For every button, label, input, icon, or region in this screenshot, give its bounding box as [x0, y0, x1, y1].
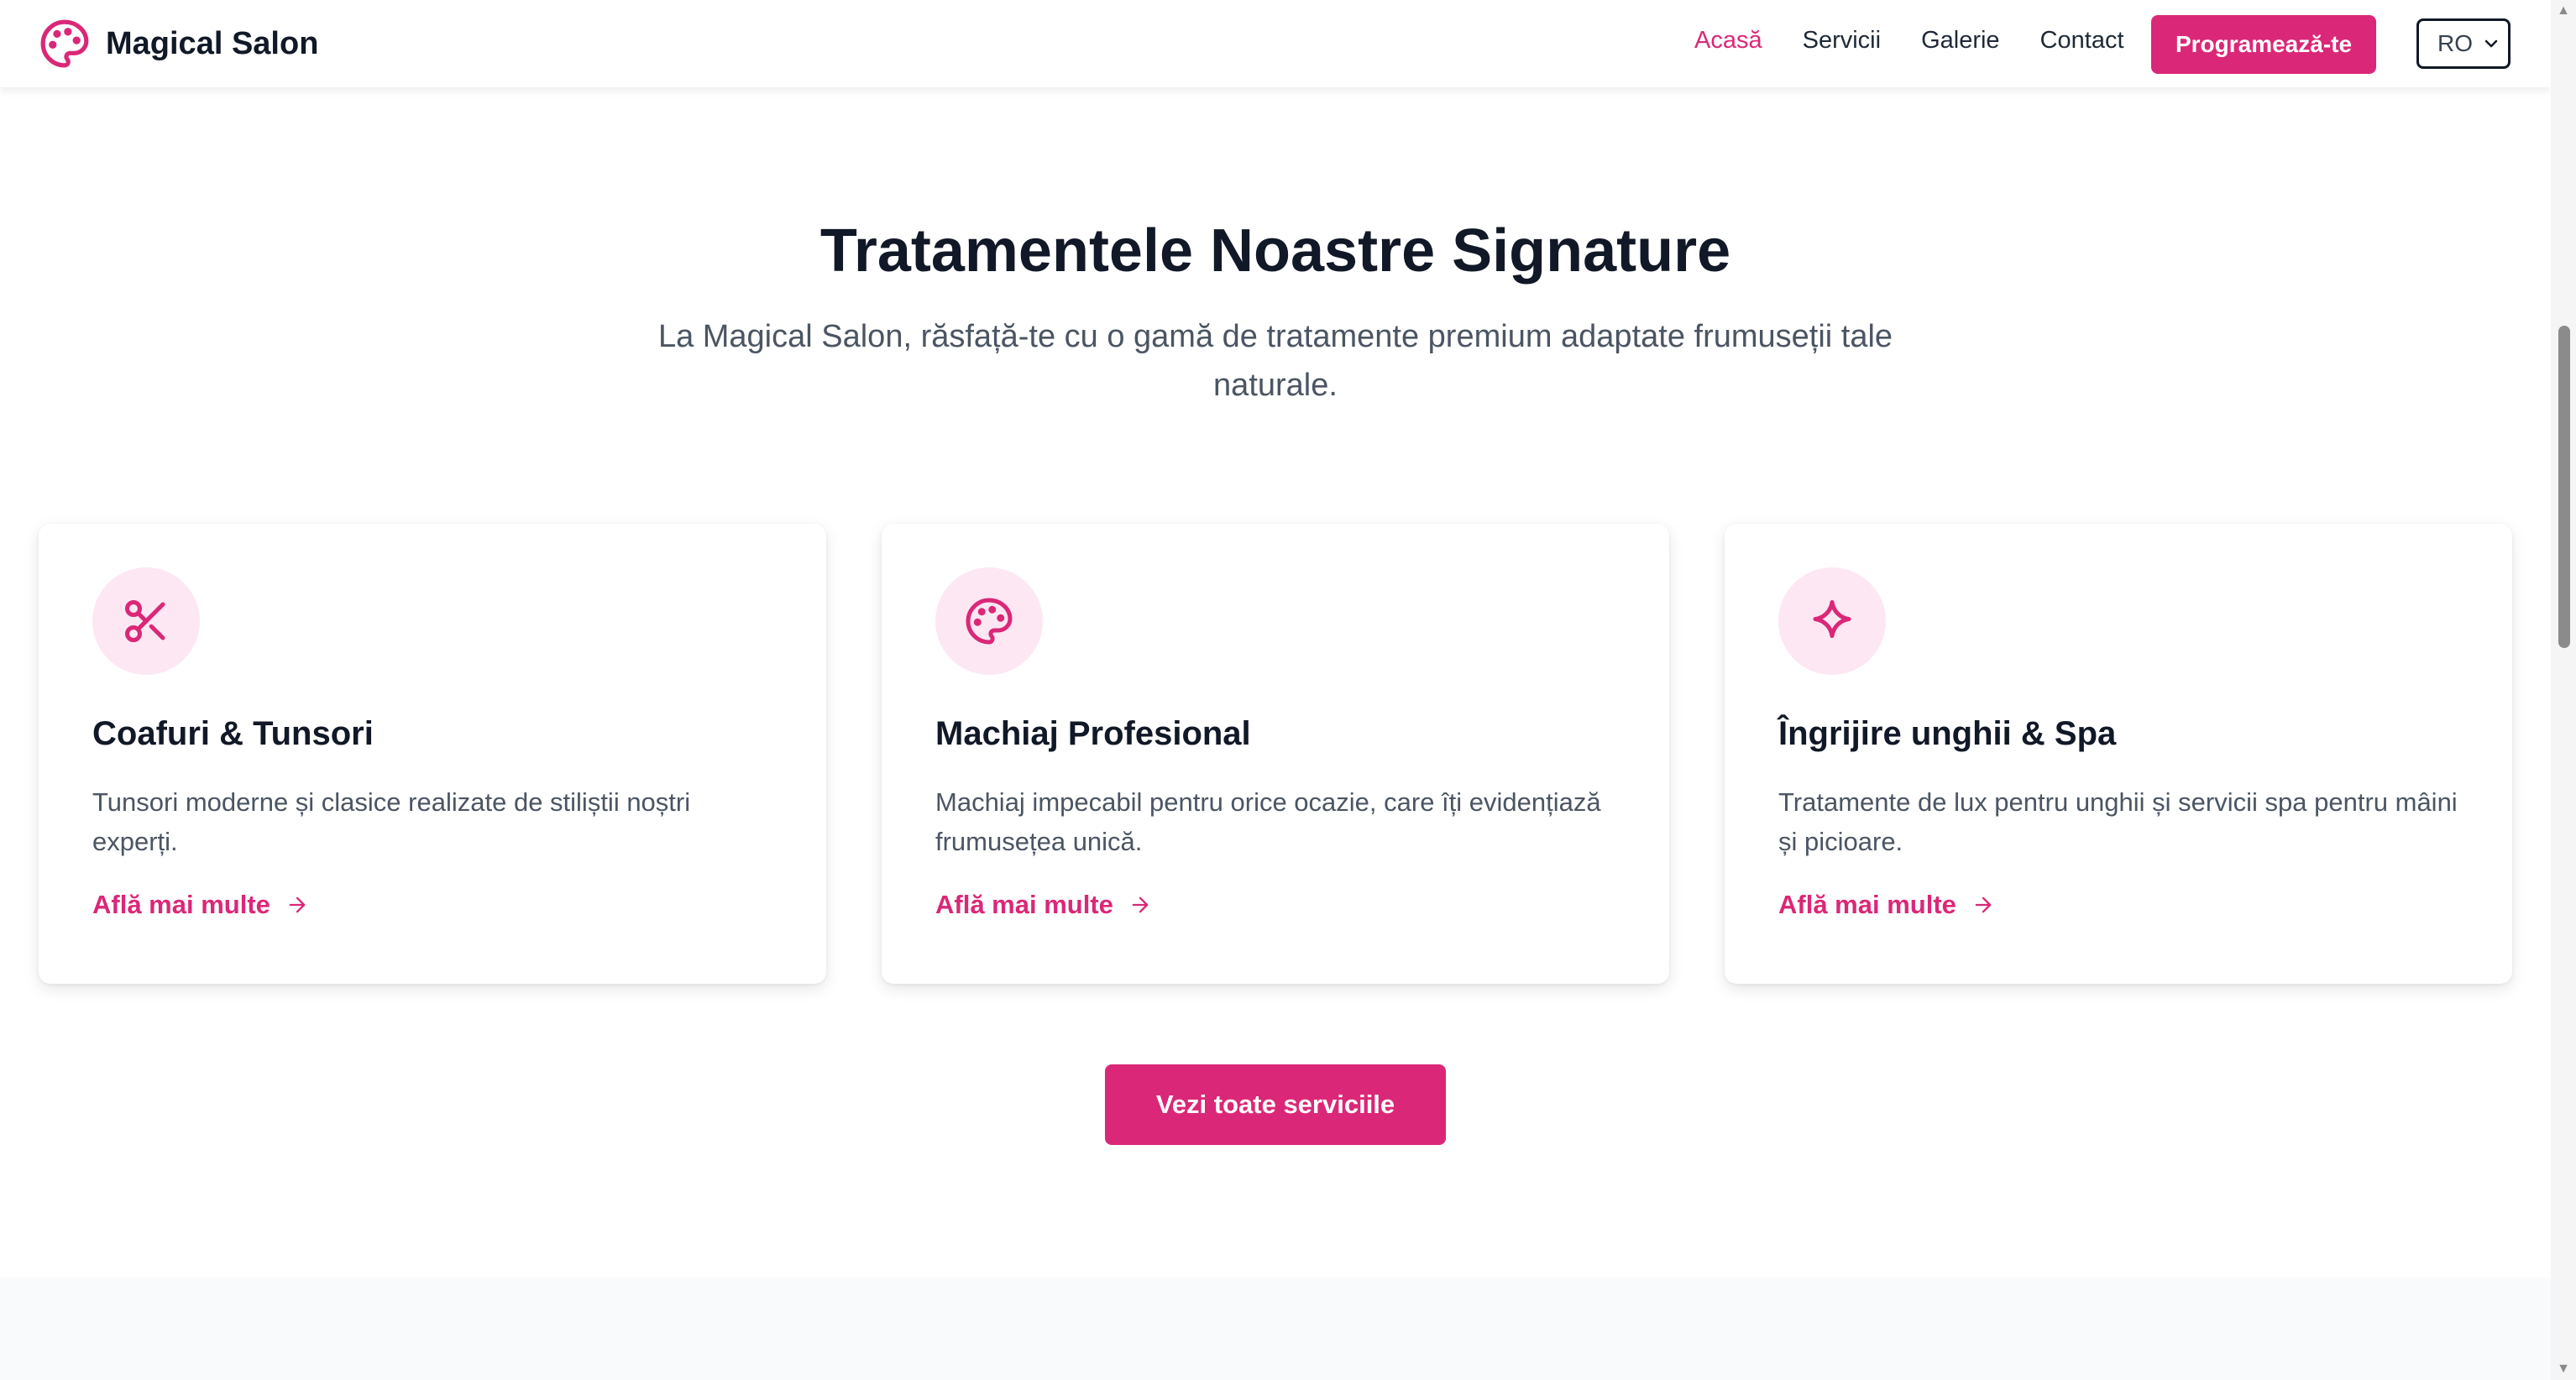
chevron-down-icon — [2481, 33, 2501, 53]
sparkle-icon — [1778, 567, 1886, 675]
card-title: Coafuri & Tunsori — [92, 715, 374, 752]
scroll-thumb[interactable] — [2558, 326, 2570, 648]
card-description: Machiaj impecabil pentru orice ocazie, c… — [935, 787, 1601, 856]
learn-more-label: Află mai multe — [92, 890, 270, 919]
palette-icon — [39, 18, 91, 70]
nav-link-contact[interactable]: Contact — [2040, 27, 2124, 55]
main-nav: Acasă Servicii Galerie Contact — [1694, 27, 2165, 55]
next-section — [0, 1278, 2551, 1380]
page: Magical Salon Acasă Servicii Galerie Con… — [0, 0, 2576, 1380]
learn-more-label: Află mai multe — [1778, 890, 1956, 919]
nav-link-home[interactable]: Acasă — [1694, 27, 1762, 55]
card-title: Machiaj Profesional — [935, 715, 1251, 752]
scroll-up-icon[interactable]: ▲ — [2551, 2, 2576, 20]
service-card-nails-spa: Îngrijire unghii & Spa Tratamente de lux… — [1725, 524, 2512, 984]
nav-link-services[interactable]: Servicii — [1803, 27, 1881, 55]
page-scrollbar[interactable]: ▲ ▼ — [2551, 0, 2576, 1380]
scissors-icon — [92, 567, 200, 675]
language-select-value: RO — [2437, 30, 2473, 56]
learn-more-link[interactable]: Află mai multe — [92, 890, 309, 920]
learn-more-link[interactable]: Află mai multe — [1778, 890, 1995, 920]
brand-name: Magical Salon — [106, 25, 319, 61]
arrow-right-icon — [285, 893, 309, 917]
card-description: Tunsori moderne și clasice realizate de … — [92, 787, 691, 856]
site-header: Magical Salon Acasă Servicii Galerie Con… — [0, 0, 2551, 87]
brand-logo[interactable]: Magical Salon — [39, 18, 318, 69]
service-card-hair: Coafuri & Tunsori Tunsori moderne și cla… — [39, 524, 826, 984]
learn-more-label: Află mai multe — [935, 890, 1113, 919]
section-subtitle: La Magical Salon, răsfață-te cu o gamă d… — [657, 319, 1893, 403]
service-card-makeup: Machiaj Profesional Machiaj impecabil pe… — [882, 524, 1669, 984]
book-appointment-button[interactable]: Programează-te — [2151, 15, 2376, 74]
palette-icon — [935, 567, 1043, 675]
nav-link-gallery[interactable]: Galerie — [1921, 27, 2000, 55]
learn-more-link[interactable]: Află mai multe — [935, 890, 1152, 920]
language-select[interactable]: RO — [2416, 18, 2511, 69]
section-title: Tratamentele Noastre Signature — [819, 217, 1731, 285]
view-all-services-button[interactable]: Vezi toate serviciile — [1105, 1064, 1446, 1145]
arrow-right-icon — [1971, 893, 1995, 917]
card-title: Îngrijire unghii & Spa — [1778, 715, 2117, 752]
card-description: Tratamente de lux pentru unghii și servi… — [1778, 787, 2458, 856]
arrow-right-icon — [1128, 893, 1152, 917]
scroll-down-icon[interactable]: ▼ — [2551, 1360, 2576, 1378]
